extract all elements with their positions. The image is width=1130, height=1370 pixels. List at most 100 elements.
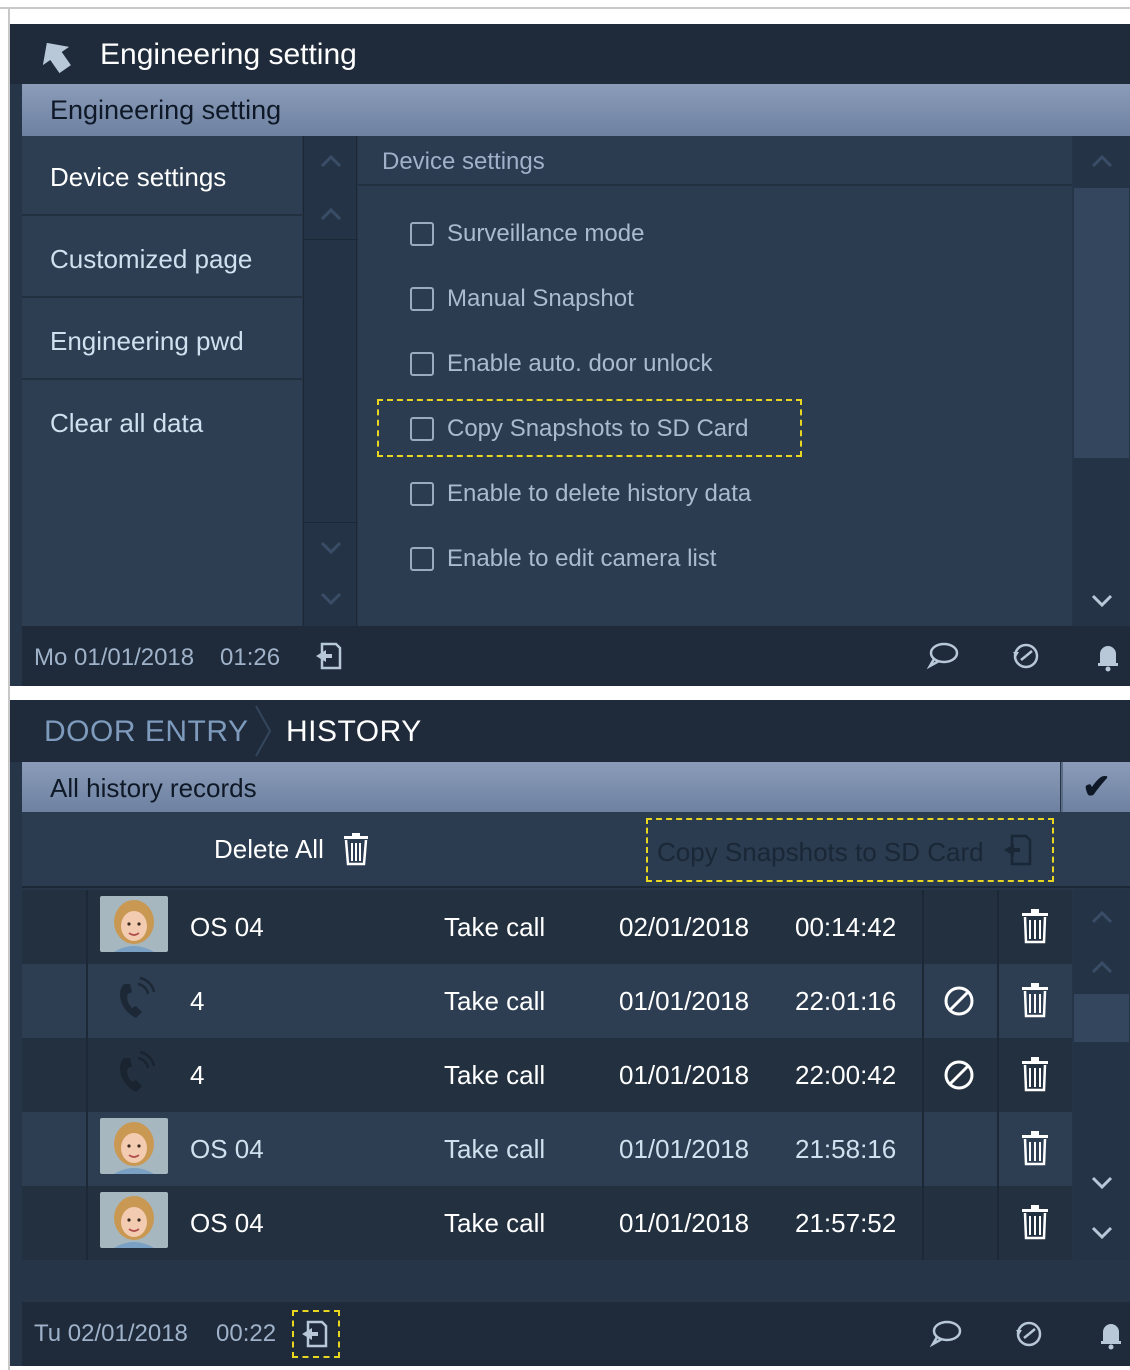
trash-icon[interactable] <box>1020 908 1050 944</box>
back-arrow-icon[interactable] <box>36 38 76 74</box>
row-select-cell[interactable] <box>22 1186 88 1260</box>
checkbox[interactable] <box>410 482 434 506</box>
section-bar: All history records <box>22 762 1060 812</box>
sd-card-icon[interactable] <box>312 638 348 674</box>
history-scrollbar[interactable] <box>1073 890 1130 1260</box>
left-nav: Device settings Customized page Engineer… <box>22 136 302 626</box>
status-bar: Tu 02/01/2018 00:22 <box>22 1302 1130 1366</box>
block-icon[interactable] <box>942 984 976 1018</box>
title-bar: DOOR ENTRY HISTORY <box>10 700 1130 762</box>
divider <box>922 890 924 964</box>
caller-name: 4 <box>190 986 205 1016</box>
door-entry-history-screen: DOOR ENTRY HISTORY All history records ✔… <box>10 700 1130 1366</box>
call-time: 21:58:16 <box>795 1134 897 1164</box>
trash-icon[interactable] <box>1020 1130 1050 1166</box>
history-icon[interactable] <box>1008 638 1044 674</box>
status-time: 01:26 <box>220 644 281 671</box>
engineering-setting-screen: Engineering setting Engineering setting … <box>10 24 1130 686</box>
nav-scrollbar[interactable] <box>303 136 358 626</box>
chevron-down-icon[interactable] <box>1073 1208 1130 1258</box>
call-date: 01/01/2018 <box>619 1134 750 1164</box>
checkbox[interactable] <box>410 287 434 311</box>
copy-snapshots-sd-button[interactable]: Copy Snapshots to SD Card <box>646 818 1054 882</box>
breadcrumb-separator-icon <box>254 704 272 758</box>
divider <box>997 1112 999 1186</box>
nav-item-clear-all-data[interactable]: Clear all data <box>22 382 302 462</box>
divider <box>922 1112 924 1186</box>
divider <box>997 964 999 1038</box>
row-select-cell[interactable] <box>22 1112 88 1186</box>
scrollbar-thumb[interactable] <box>1074 188 1129 458</box>
call-type: Take call <box>444 1134 546 1164</box>
checkbox[interactable] <box>410 352 434 376</box>
chevron-up-icon[interactable] <box>1073 892 1130 942</box>
call-time: 00:14:42 <box>795 912 897 942</box>
history-row[interactable]: OS 04 Take call 01/01/2018 21:57:52 <box>22 1186 1072 1260</box>
breadcrumb-door-entry[interactable]: DOOR ENTRY <box>44 715 248 749</box>
page-title: Engineering setting <box>100 38 357 71</box>
call-time: 21:57:52 <box>795 1208 897 1238</box>
call-date: 01/01/2018 <box>619 1060 750 1090</box>
row-select-cell[interactable] <box>22 1038 88 1112</box>
delete-all-button[interactable]: Delete All <box>214 834 324 865</box>
history-row[interactable]: 4 Take call 01/01/2018 22:00:42 <box>22 1038 1072 1112</box>
call-type: Take call <box>444 1208 546 1238</box>
caller-name: OS 04 <box>190 912 264 942</box>
option-label: Copy Snapshots to SD Card <box>447 415 749 442</box>
content-scrollbar[interactable] <box>1073 136 1130 626</box>
message-icon[interactable] <box>928 1316 964 1352</box>
call-type: Take call <box>444 1060 546 1090</box>
trash-icon[interactable] <box>1020 1056 1050 1092</box>
snapshot-thumbnail[interactable] <box>100 1118 168 1174</box>
divider <box>922 1038 924 1112</box>
sd-card-icon <box>1000 832 1036 868</box>
row-select-cell[interactable] <box>22 890 88 964</box>
chevron-up-icon[interactable] <box>1073 942 1130 992</box>
checkbox[interactable] <box>410 417 434 441</box>
sd-card-icon[interactable] <box>298 1316 334 1352</box>
call-date: 01/01/2018 <box>619 986 750 1016</box>
chevron-up-icon[interactable] <box>304 136 358 186</box>
chevron-up-icon[interactable] <box>1073 136 1130 186</box>
nav-item-engineering-pwd[interactable]: Engineering pwd <box>22 300 302 380</box>
checkbox[interactable] <box>410 222 434 246</box>
divider <box>922 964 924 1038</box>
history-icon[interactable] <box>1011 1316 1047 1352</box>
chevron-down-icon[interactable] <box>304 574 358 624</box>
bell-icon[interactable] <box>1090 638 1126 674</box>
history-row[interactable]: OS 04 Take call 02/01/2018 00:14:42 <box>22 890 1072 964</box>
trash-icon[interactable] <box>1020 982 1050 1018</box>
trash-icon[interactable] <box>1020 1204 1050 1240</box>
chevron-down-icon[interactable] <box>304 522 358 572</box>
bell-icon[interactable] <box>1093 1316 1129 1352</box>
caller-name: 4 <box>190 1060 205 1090</box>
snapshot-thumbnail[interactable] <box>100 1192 168 1248</box>
call-time: 22:01:16 <box>795 986 897 1016</box>
scrollbar-thumb[interactable] <box>1074 994 1129 1042</box>
call-date: 01/01/2018 <box>619 1208 750 1238</box>
snapshot-thumbnail[interactable] <box>100 896 168 952</box>
option-label: Manual Snapshot <box>447 285 634 312</box>
block-icon[interactable] <box>942 1058 976 1092</box>
chevron-down-icon[interactable] <box>1073 576 1130 626</box>
row-select-cell[interactable] <box>22 964 88 1038</box>
message-icon[interactable] <box>925 638 961 674</box>
history-row[interactable]: OS 04 Take call 01/01/2018 21:58:16 <box>22 1112 1072 1186</box>
checkmark-icon: ✔ <box>1082 768 1111 806</box>
nav-item-device-settings[interactable]: Device settings <box>22 136 302 216</box>
trash-icon[interactable] <box>342 832 370 866</box>
caller-name: OS 04 <box>190 1134 264 1164</box>
title-bar: Engineering setting <box>10 24 1130 84</box>
nav-item-customized-page[interactable]: Customized page <box>22 218 302 298</box>
confirm-button[interactable]: ✔ <box>1061 762 1130 812</box>
section-title: Engineering setting <box>50 95 282 125</box>
checkbox[interactable] <box>410 547 434 571</box>
chevron-up-icon[interactable] <box>304 188 358 240</box>
section-title: All history records <box>50 773 257 803</box>
option-label: Surveillance mode <box>447 220 645 247</box>
status-date: Tu 02/01/2018 <box>34 1320 188 1347</box>
breadcrumb-history: HISTORY <box>286 715 422 748</box>
history-row[interactable]: 4 Take call 01/01/2018 22:01:16 <box>22 964 1072 1038</box>
content-title: Device settings <box>382 148 545 175</box>
chevron-down-icon[interactable] <box>1073 1158 1130 1208</box>
